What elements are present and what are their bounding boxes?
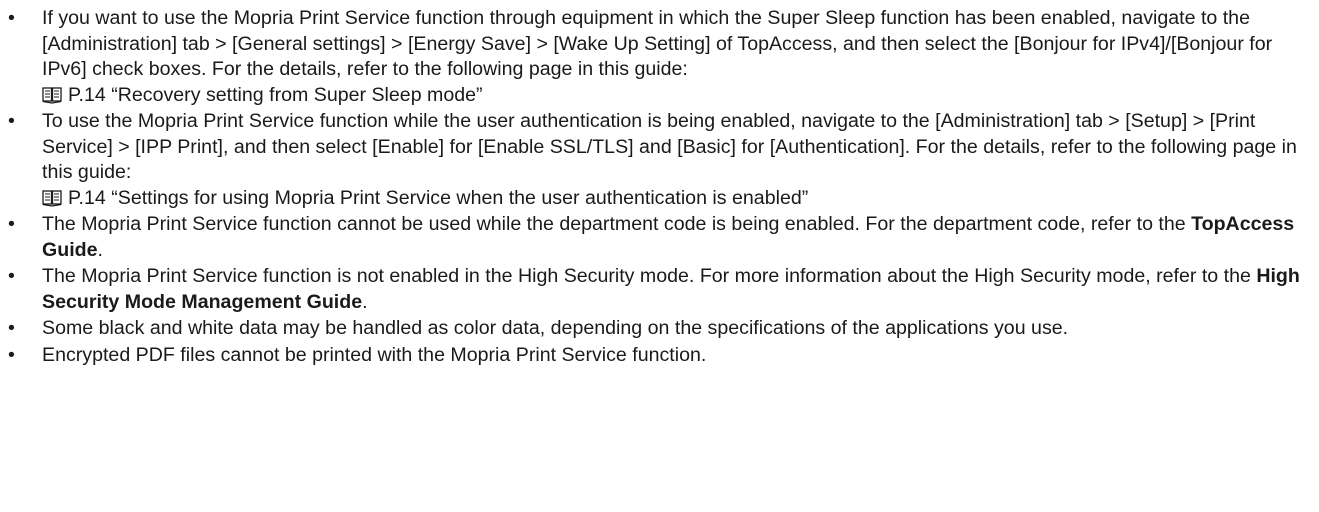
- reference-text: P.14 “Recovery setting from Super Sleep …: [68, 83, 483, 106]
- reference-text: P.14 “Settings for using Mopria Print Se…: [68, 186, 809, 209]
- book-icon: [42, 189, 62, 207]
- bullet: •: [8, 317, 15, 339]
- bullet: •: [8, 213, 15, 235]
- bullet: •: [8, 343, 15, 366]
- page-reference[interactable]: P.14 “Settings for using Mopria Print Se…: [42, 186, 1313, 212]
- bullet: •: [8, 265, 15, 287]
- notes-list: • If you want to use the Mopria Print Se…: [8, 6, 1313, 369]
- bullet: •: [8, 110, 15, 132]
- note-text: Some black and white data may be handled…: [42, 317, 1069, 339]
- book-icon: [42, 86, 62, 104]
- list-item: • The Mopria Print Service function cann…: [8, 212, 1313, 263]
- note-text: The Mopria Print Service function is not…: [42, 265, 1257, 287]
- list-item: • Encrypted PDF files cannot be printed …: [8, 343, 1313, 369]
- list-item: • If you want to use the Mopria Print Se…: [8, 6, 1313, 108]
- list-item: • To use the Mopria Print Service functi…: [8, 109, 1313, 211]
- list-item: • The Mopria Print Service function is n…: [8, 264, 1313, 315]
- note-text-end: .: [97, 238, 103, 261]
- list-item: • Some black and white data may be handl…: [8, 316, 1313, 342]
- note-text: The Mopria Print Service function cannot…: [42, 213, 1192, 235]
- note-text: If you want to use the Mopria Print Serv…: [42, 7, 1273, 80]
- bullet: •: [8, 7, 15, 29]
- note-text: Encrypted PDF files cannot be printed wi…: [42, 343, 707, 366]
- page-reference[interactable]: P.14 “Recovery setting from Super Sleep …: [42, 83, 1313, 109]
- note-text-end: .: [362, 290, 368, 313]
- note-text: To use the Mopria Print Service function…: [42, 110, 1297, 183]
